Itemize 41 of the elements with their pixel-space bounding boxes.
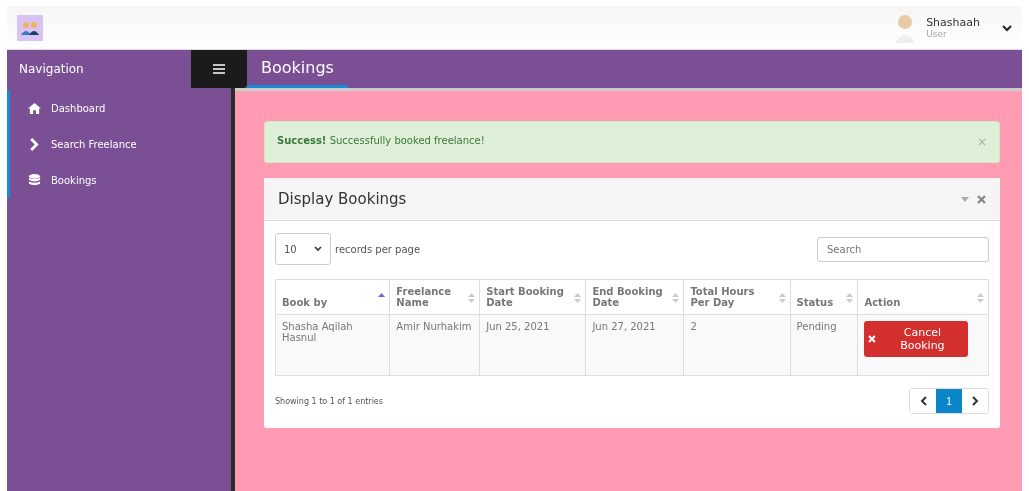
- column-header[interactable]: Action: [857, 279, 989, 315]
- sidebar-item[interactable]: Bookings: [10, 162, 231, 198]
- chevron-right-icon: [971, 396, 979, 406]
- avatar-icon: [894, 12, 917, 43]
- cancel-booking-button[interactable]: Cancel Booking: [864, 321, 969, 357]
- collapse-icon[interactable]: [961, 196, 969, 202]
- column-header[interactable]: Start Booking Date: [479, 279, 586, 315]
- database-icon: [28, 173, 41, 187]
- table-cell: Pending: [790, 314, 858, 376]
- table-cell: 2: [683, 314, 791, 376]
- column-header[interactable]: Total Hours Per Day: [683, 279, 791, 315]
- sidebar-item[interactable]: Search Freelance: [10, 126, 231, 162]
- panel-title: Display Bookings: [278, 190, 407, 208]
- column-header[interactable]: End Booking Date: [585, 279, 684, 315]
- user-role: User: [926, 29, 948, 39]
- caret-icon[interactable]: [1002, 23, 1012, 32]
- menu-button[interactable]: [191, 50, 247, 88]
- logo-icon: [17, 14, 43, 41]
- alert-message: Success! Successfully booked freelance!: [277, 135, 485, 148]
- column-header[interactable]: Status: [790, 279, 858, 315]
- close-icon[interactable]: [977, 194, 986, 204]
- table-cell: Amir Nurhakim: [389, 314, 480, 376]
- column-header[interactable]: Freelance Name: [389, 279, 480, 315]
- close-icon: [868, 335, 877, 343]
- page-size-label: records per page: [335, 243, 421, 255]
- menu-icon: [213, 64, 225, 74]
- column-header[interactable]: Book by: [275, 279, 390, 315]
- table-cell: Jun 25, 2021: [479, 314, 586, 376]
- table-cell: Jun 27, 2021: [585, 314, 684, 376]
- sidebar-item[interactable]: Dashboard: [10, 90, 231, 126]
- entries-info: Showing 1 to 1 of 1 entries: [275, 396, 383, 406]
- search-field[interactable]: Search: [817, 236, 989, 262]
- chevron-down-icon: [314, 246, 322, 252]
- chevron-right-icon: [28, 137, 41, 151]
- user-name: Shashaah: [926, 16, 980, 29]
- page-button[interactable]: 1: [936, 389, 962, 413]
- home-icon: [28, 101, 41, 115]
- table-cell: Shasha Aqilah Hasnul: [275, 314, 390, 376]
- navigation-title: Navigation: [18, 61, 85, 78]
- page-size-select[interactable]: 10: [275, 233, 331, 265]
- chevron-left-icon: [919, 396, 927, 406]
